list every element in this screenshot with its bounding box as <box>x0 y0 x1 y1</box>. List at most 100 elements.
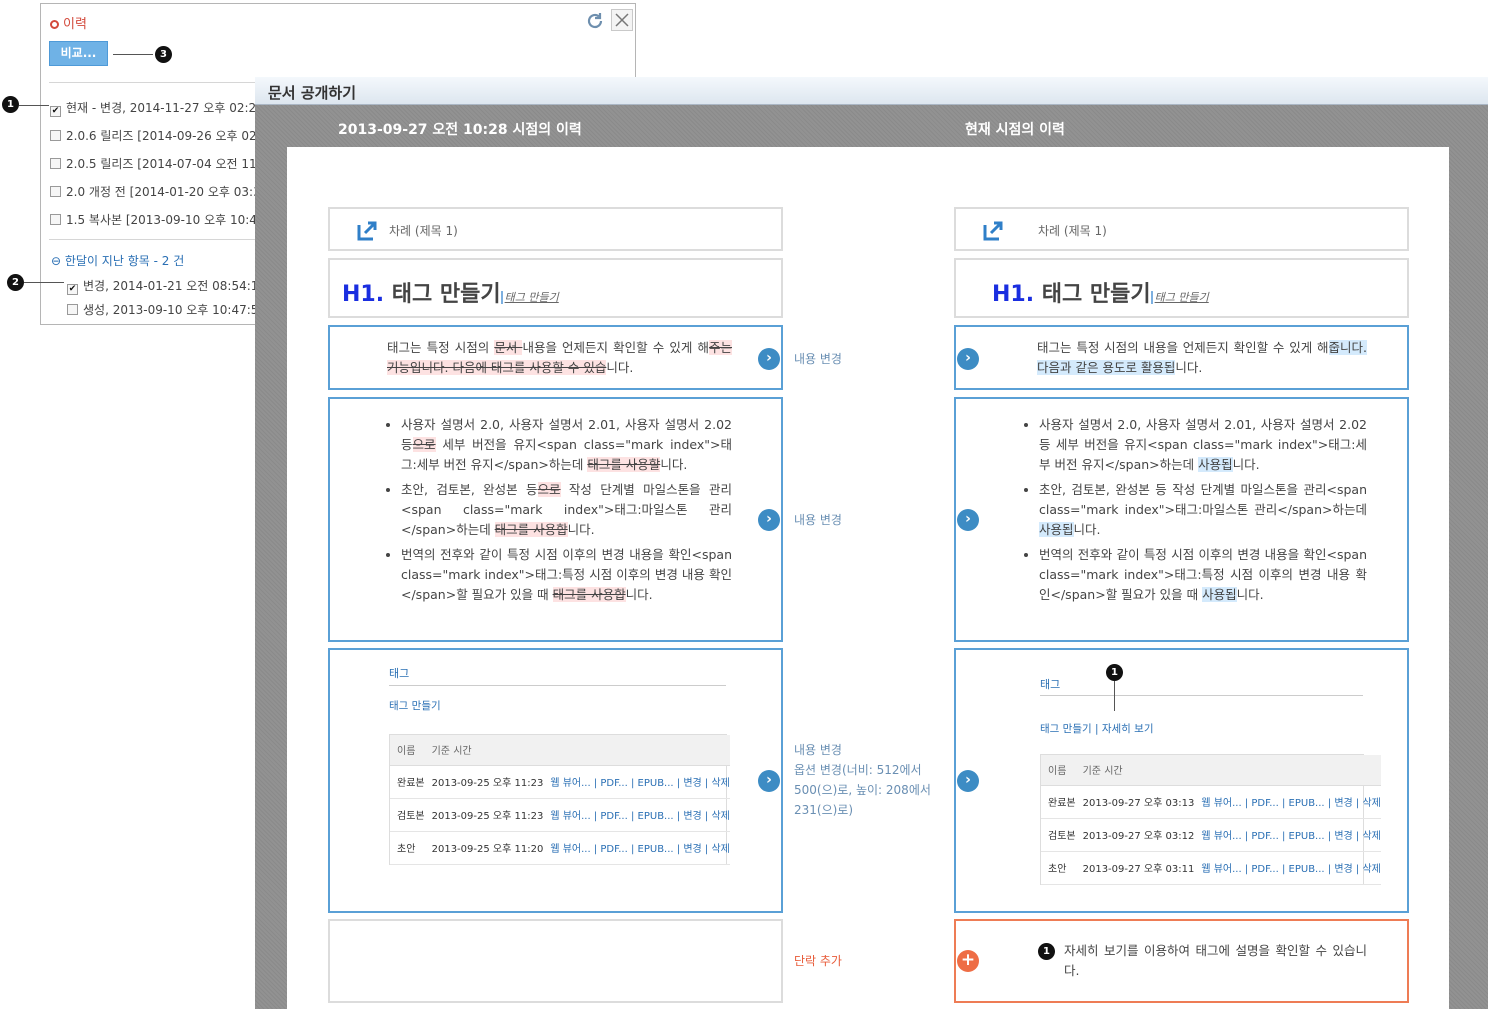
action-pdf[interactable]: PDF... <box>600 844 627 855</box>
left-column-heading: 2013-09-27 오전 10:28 시점의 이력 <box>338 122 582 138</box>
action-webviewer[interactable]: 웹 뷰어... <box>1201 831 1241 842</box>
action-delete[interactable]: 삭제 <box>711 778 729 789</box>
cell-name: 완료본 <box>1041 785 1076 819</box>
table-row: 완료본 2013-09-27 오후 03:13 웹 뷰어... | PDF... |… <box>1041 785 1381 819</box>
action-webviewer[interactable]: 웹 뷰어... <box>550 778 590 789</box>
cell-time: 2013-09-27 오후 03:13 <box>1075 785 1195 819</box>
action-epub[interactable]: EPUB... <box>1289 864 1325 875</box>
table-row: 완료본 2013-09-25 오후 11:23 웹 뷰어... | PDF... |… <box>390 765 730 799</box>
callout-line <box>19 105 49 106</box>
action-pdf[interactable]: PDF... <box>1251 798 1278 809</box>
link-view-details[interactable]: 자세히 보기 <box>1102 723 1154 735</box>
row-actions[interactable]: 웹 뷰어... | PDF... | EPUB... | 변경 | 삭제 <box>1194 785 1381 819</box>
action-epub[interactable]: EPUB... <box>1289 831 1325 842</box>
callout-badge: 1 <box>1106 664 1123 681</box>
action-edit[interactable]: 변경 <box>683 844 701 855</box>
list-box-left[interactable]: 사용자 설명서 2.0, 사용자 설명서 2.01, 사용자 설명서 2.02 … <box>328 397 783 642</box>
row-actions[interactable]: 웹 뷰어... | PDF... | EPUB... | 변경 | 삭제 <box>543 831 730 865</box>
paragraph-text: 태그는 특정 시점의 내용을 언제든지 확인할 수 있게 해줍니다. 다음과 같… <box>1037 338 1367 378</box>
column-header: 이름 <box>390 735 425 766</box>
checkbox[interactable] <box>50 186 61 197</box>
checkbox[interactable] <box>50 214 61 225</box>
tab-tag[interactable]: 태그 <box>389 665 409 681</box>
action-edit[interactable]: 변경 <box>683 811 701 822</box>
row-actions[interactable]: 웹 뷰어... | PDF... | EPUB... | 변경 | 삭제 <box>1194 818 1381 852</box>
arrow-right-icon[interactable]: › <box>758 509 780 531</box>
list-item: 번역의 전후와 같이 특정 시점 이후의 변경 내용을 확인<span clas… <box>1039 545 1367 605</box>
history-item[interactable]: ✔ 현재 - 변경, 2014-11-27 오후 02:27 <box>50 99 260 117</box>
arrow-right-icon[interactable]: › <box>758 770 780 792</box>
add-paragraph-icon[interactable]: + <box>957 950 979 972</box>
change-label: 내용 변경 <box>794 352 842 366</box>
arrow-right-icon[interactable]: › <box>957 770 979 792</box>
compare-button[interactable]: 비교... <box>49 41 108 66</box>
checkbox[interactable] <box>67 304 78 315</box>
toc-label: 차례 (제목 1) <box>389 224 458 238</box>
history-dot-icon <box>50 20 59 29</box>
action-edit[interactable]: 변경 <box>1334 864 1352 875</box>
row-actions[interactable]: 웹 뷰어... | PDF... | EPUB... | 변경 | 삭제 <box>1194 851 1381 885</box>
arrow-right-icon[interactable]: › <box>758 348 780 370</box>
tag-widget-box-left[interactable]: 태그 태그 만들기 이름 기준 시간 완료본 2013-09-25 오후 11:23… <box>328 648 783 913</box>
deleted-text: 으로 <box>537 482 561 497</box>
callout-line <box>24 282 64 283</box>
row-actions[interactable]: 웹 뷰어... | PDF... | EPUB... | 변경 | 삭제 <box>543 765 730 799</box>
action-webviewer[interactable]: 웹 뷰어... <box>550 811 590 822</box>
link-create-tag[interactable]: 태그 만들기 <box>389 698 441 713</box>
action-epub[interactable]: EPUB... <box>638 844 674 855</box>
action-epub[interactable]: EPUB... <box>638 778 674 789</box>
action-webviewer[interactable]: 웹 뷰어... <box>1201 798 1241 809</box>
change-detail: 옵션 변경(너비: 512에서 500(으)로, 높이: 208에서 231(으… <box>794 763 931 817</box>
link-create-tag[interactable]: 태그 만들기 <box>1040 723 1092 735</box>
text-run: 초안, 검토본, 완성본 등 작성 단계별 마일스톤을 관리<span clas… <box>1039 482 1367 517</box>
history-item[interactable]: 1.5 복사본 [2013-09-10 오후 10:49 <box>50 211 260 228</box>
action-epub[interactable]: EPUB... <box>638 811 674 822</box>
paragraph-box-right[interactable]: 태그는 특정 시점의 내용을 언제든지 확인할 수 있게 해줍니다. 다음과 같… <box>954 325 1409 390</box>
checkbox-checked[interactable]: ✔ <box>50 106 61 117</box>
action-edit[interactable]: 변경 <box>1334 798 1352 809</box>
history-item[interactable]: 2.0 개정 전 [2014-01-20 오후 03:3 <box>50 183 260 200</box>
action-epub[interactable]: EPUB... <box>1289 798 1325 809</box>
history-item[interactable]: ✔ 변경, 2014-01-21 오전 08:54:19 <box>67 277 257 295</box>
tab-tag[interactable]: 태그 <box>1040 676 1060 692</box>
table-row: 검토본 2013-09-27 오후 03:12 웹 뷰어... | PDF... |… <box>1041 818 1381 852</box>
paragraph-box-left[interactable]: 태그는 특정 시점의 문서 내용을 언제든지 확인할 수 있게 해주는 기능입니… <box>328 325 783 390</box>
heading-1: H1. 태그 만들기 태그 만들기 <box>342 276 559 308</box>
action-delete[interactable]: 삭제 <box>711 844 729 855</box>
action-delete[interactable]: 삭제 <box>1362 798 1380 809</box>
older-items-label: 한달이 지난 항목 - 2 건 <box>64 254 185 268</box>
tag-widget-box-right[interactable]: 태그 1 태그 만들기 | 자세히 보기 이름 기준 시간 완료본 2013-09-… <box>954 648 1409 913</box>
action-webviewer[interactable]: 웹 뷰어... <box>550 844 590 855</box>
action-delete[interactable]: 삭제 <box>1362 864 1380 875</box>
older-items-toggle[interactable]: ⊖ 한달이 지난 항목 - 2 건 <box>51 252 184 269</box>
row-actions[interactable]: 웹 뷰어... | PDF... | EPUB... | 변경 | 삭제 <box>543 798 730 832</box>
history-item[interactable]: 2.0.6 릴리즈 [2014-09-26 오후 02:2 <box>50 127 260 144</box>
action-delete[interactable]: 삭제 <box>1362 831 1380 842</box>
action-edit[interactable]: 변경 <box>1334 831 1352 842</box>
history-item[interactable]: 2.0.5 릴리즈 [2014-07-04 오전 11:2 <box>50 155 260 172</box>
table-row: 초안 2013-09-25 오후 11:20 웹 뷰어... | PDF... | … <box>390 831 730 865</box>
action-webviewer[interactable]: 웹 뷰어... <box>1201 864 1241 875</box>
inserted-text: 사용됩 <box>1202 587 1237 602</box>
action-pdf[interactable]: PDF... <box>600 778 627 789</box>
table-row: 검토본 2013-09-25 오후 11:23 웹 뷰어... | PDF... |… <box>390 798 730 832</box>
text-run: 니다. <box>625 587 653 602</box>
action-edit[interactable]: 변경 <box>683 778 701 789</box>
refresh-icon[interactable] <box>585 11 605 31</box>
list-item: 초안, 검토본, 완성본 등으로 작성 단계별 마일스톤을 관리<span cl… <box>401 480 732 540</box>
change-label: 내용 변경 옵션 변경(너비: 512에서 500(으)로, 높이: 208에서 … <box>794 740 934 820</box>
checkbox[interactable] <box>50 158 61 169</box>
checkbox[interactable] <box>50 130 61 141</box>
history-item[interactable]: 생성, 2013-09-10 오후 10:47:55 <box>67 301 257 318</box>
history-item-label: 1.5 복사본 [2013-09-10 오후 10:49 <box>66 213 260 227</box>
arrow-right-icon[interactable]: › <box>957 348 979 370</box>
close-button[interactable] <box>611 9 633 31</box>
added-paragraph-box[interactable]: 1 자세히 보기를 이용하여 태그에 설명을 확인할 수 있습니다. <box>954 919 1409 1003</box>
action-delete[interactable]: 삭제 <box>711 811 729 822</box>
action-pdf[interactable]: PDF... <box>600 811 627 822</box>
action-pdf[interactable]: PDF... <box>1251 864 1278 875</box>
arrow-right-icon[interactable]: › <box>957 509 979 531</box>
checkbox-checked[interactable]: ✔ <box>67 284 78 295</box>
list-box-right[interactable]: 사용자 설명서 2.0, 사용자 설명서 2.01, 사용자 설명서 2.02 … <box>954 397 1409 642</box>
action-pdf[interactable]: PDF... <box>1251 831 1278 842</box>
